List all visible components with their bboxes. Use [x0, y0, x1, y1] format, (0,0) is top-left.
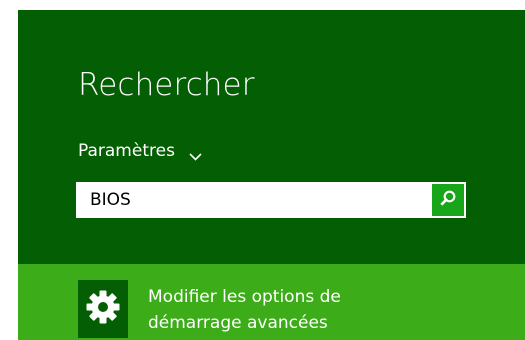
result-icon-tile — [78, 280, 128, 338]
screen: Rechercher Paramètres BIOS Modifier les … — [0, 0, 525, 340]
result-label: Modifier les options de démarrage avancé… — [148, 284, 488, 336]
search-result-item[interactable]: Modifier les options de démarrage avancé… — [18, 264, 525, 340]
chevron-down-icon — [189, 146, 202, 161]
result-label-line-2: démarrage avancées — [148, 313, 328, 333]
panel-title: Rechercher — [78, 67, 255, 103]
search-scope-dropdown[interactable]: Paramètres — [78, 140, 202, 162]
gear-icon — [85, 289, 121, 329]
search-icon — [439, 189, 457, 211]
search-input[interactable] — [76, 182, 416, 218]
result-label-line-1: Modifier les options de — [148, 287, 341, 307]
search-button[interactable] — [432, 184, 464, 216]
search-box — [76, 182, 466, 218]
search-scope-label: Paramètres — [78, 141, 175, 161]
search-charm-panel: Rechercher Paramètres — [18, 10, 525, 264]
